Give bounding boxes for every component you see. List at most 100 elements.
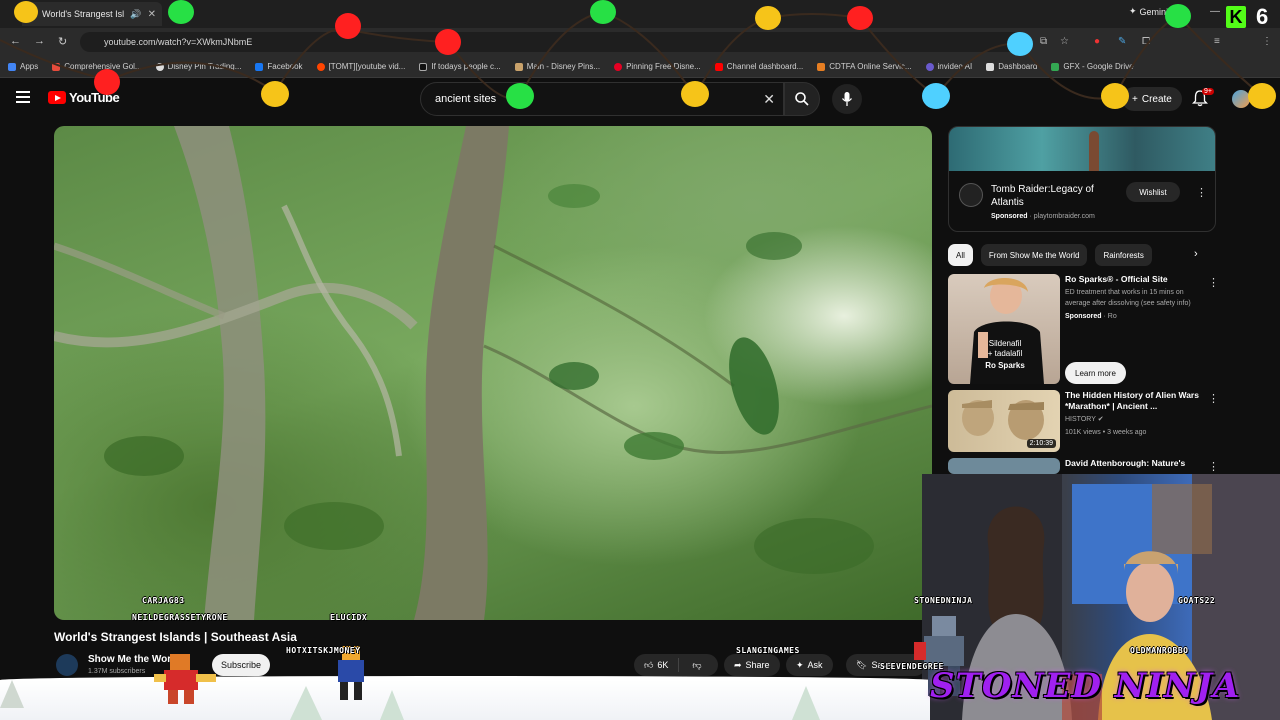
chat-username: STONEDNINJA [914, 596, 973, 605]
search-input[interactable]: ancient sites ✕ [420, 82, 784, 116]
drive-icon [1051, 62, 1060, 71]
url-text: youtube.com/watch?v=XWkmJNbmE [104, 37, 253, 47]
bookmark-icon: 🔖︎ [856, 659, 868, 670]
site-icon [817, 62, 826, 71]
rec-title: David Attenborough: Nature's [1065, 458, 1186, 468]
extension-icon[interactable]: ● [1094, 36, 1100, 47]
sponsored-thumbnail: Sildenafil + tadalafil Ro Sparks [948, 274, 1060, 384]
share-label: Share [745, 660, 770, 670]
voice-search-button[interactable] [832, 84, 862, 114]
pixel-sprite-fighter [154, 654, 216, 704]
browser-tab[interactable]: World's Strangest Islan 🔊 ✕ [22, 2, 162, 26]
rec-title: Ro Sparks® - Official Site [1065, 274, 1168, 284]
clear-search-icon[interactable]: ✕ [763, 91, 775, 108]
bookmark-label: CDTFA Online Servic... [829, 62, 912, 71]
like-dislike-group: 👍︎ 6K 👎︎ [634, 654, 718, 676]
extension-icon[interactable]: ✎ [1118, 36, 1126, 47]
facebook-icon [255, 62, 264, 71]
chat-username: ELUCIDX [330, 613, 368, 622]
create-button[interactable]: + Create [1122, 87, 1182, 111]
thumbnail-text: + tadalafil [988, 349, 1023, 358]
channel-avatar[interactable] [56, 654, 78, 676]
learn-more-button[interactable]: Learn more [1065, 362, 1126, 384]
bookmark-item[interactable]: Channel dashboard... [714, 62, 804, 71]
close-tab-icon[interactable]: ✕ [148, 9, 156, 20]
bookmark-label: GFX - Google Drive [1063, 62, 1134, 71]
site-icon [155, 62, 164, 71]
chat-username: SLANGINGAMES [736, 646, 800, 655]
ask-button[interactable]: ✦ Ask [786, 654, 833, 676]
video-player[interactable] [54, 126, 932, 620]
plus-icon: + [1132, 93, 1138, 105]
chat-username: CARJAG83 [142, 596, 185, 605]
gemini-button[interactable]: ✦ Gemini [1129, 6, 1168, 17]
share-button[interactable]: ➦ Share [724, 654, 780, 676]
bookmark-item[interactable]: If todays people c... [419, 62, 501, 71]
menu-kebab-icon[interactable]: ⋮ [1262, 36, 1272, 47]
bookmark-item[interactable]: GFX - Google Drive [1051, 62, 1134, 71]
bookmark-label: Channel dashboard... [726, 62, 804, 71]
rec-more-icon[interactable]: ⋮ [1208, 392, 1219, 405]
site-icon [986, 62, 995, 71]
bookmark-apps[interactable]: Apps [8, 62, 38, 71]
bookmarks-bar: Apps Comprehensive Gol... Disney Pin Tra… [0, 56, 1280, 78]
chip-rainforests[interactable]: Rainforests [1095, 244, 1152, 266]
chip-from-channel[interactable]: From Show Me the World [980, 244, 1088, 266]
dislike-button[interactable]: 👎︎ [683, 660, 710, 671]
site-icon [52, 62, 61, 71]
bookmark-item[interactable]: Facebook [255, 62, 303, 71]
hamburger-menu-icon[interactable] [16, 91, 30, 103]
bookmark-star-icon[interactable]: ☆ [1060, 36, 1069, 47]
ad-title: Tomb Raider:Legacy of Atlantis [991, 184, 1094, 208]
bookmark-item[interactable]: [TOMT][youtube vid... [316, 62, 405, 71]
bookmark-item[interactable]: Disney Pin Trading... [155, 62, 241, 71]
screen: World's Strangest Islan 🔊 ✕ ✦ Gemini — ←… [0, 0, 1280, 720]
forward-icon[interactable]: → [34, 35, 45, 47]
like-button[interactable]: 👍︎ 6K [634, 658, 680, 672]
bookmark-label: Facebook [267, 62, 303, 71]
sidebar-video-item[interactable]: David Attenborough: Nature's [948, 458, 1216, 474]
thumbs-up-icon: 👍︎ [644, 659, 654, 670]
sidebar-video-item[interactable]: 2:10:39 The Hidden History of Alien Wars… [948, 390, 1216, 454]
address-bar-row: ← → ↻ youtube.com/watch?v=XWkmJNbmE ⧉ ☆ … [0, 28, 1280, 56]
wishlist-button[interactable]: Wishlist [1126, 182, 1180, 202]
sidebar-ad-card[interactable]: Tomb Raider:Legacy of Atlantis Sponsored… [948, 126, 1216, 232]
back-icon[interactable]: ← [10, 35, 21, 47]
viewer-count: 6 [1256, 4, 1269, 29]
ad-sponsored-line: Sponsored · playtombraider.com [991, 213, 1095, 220]
bookmark-item[interactable]: Comprehensive Gol... [52, 62, 142, 71]
sponsored-label: Sponsored [1065, 313, 1102, 320]
reload-icon[interactable]: ↻ [58, 35, 67, 48]
account-avatar[interactable] [1232, 90, 1250, 108]
sidebar-sponsored-item[interactable]: Sildenafil + tadalafil Ro Sparks Ro Spar… [948, 274, 1216, 386]
chip-all[interactable]: All [948, 244, 973, 266]
advertiser-name: Ro [1107, 313, 1117, 320]
search-icon [795, 92, 809, 106]
video-frame-foliage [54, 126, 932, 620]
speaker-icon[interactable]: 🔊 [130, 9, 141, 20]
kick-logo-icon: K [1226, 6, 1246, 28]
chevron-right-icon[interactable]: › [1194, 248, 1198, 260]
bookmark-item[interactable]: Pinning Free Disne... [614, 62, 701, 71]
channel-name: HISTORY [1065, 416, 1096, 423]
youtube-logo[interactable]: YouTube [48, 90, 120, 105]
search-button[interactable] [784, 82, 820, 116]
ro-sparks-thumbnail-art: Sildenafil + tadalafil Ro Sparks [970, 277, 1044, 384]
like-count: 6K [657, 660, 669, 670]
minimize-icon[interactable]: — [1210, 6, 1220, 17]
bookmark-item[interactable]: Dashboard [986, 62, 1037, 71]
media-icon[interactable]: ≡ [1214, 36, 1220, 47]
pinterest-icon [614, 62, 623, 71]
bookmark-item[interactable]: CDTFA Online Servic... [817, 62, 912, 71]
thumbs-down-icon: 👎︎ [692, 659, 702, 670]
bookmark-item[interactable]: Main - Disney Pins... [514, 62, 600, 71]
ad-more-icon[interactable]: ⋮ [1196, 186, 1207, 199]
rec-more-icon[interactable]: ⋮ [1208, 276, 1219, 289]
snow-overlay [0, 680, 930, 720]
video-info: David Attenborough: Nature's [1065, 458, 1205, 469]
extensions-puzzle-icon[interactable]: ⧠ [1142, 36, 1150, 47]
open-in-app-icon[interactable]: ⧉ [1040, 36, 1047, 47]
url-field[interactable]: youtube.com/watch?v=XWkmJNbmE [80, 32, 1030, 52]
bookmark-item[interactable]: invideo AI [925, 62, 972, 71]
rec-more-icon[interactable]: ⋮ [1208, 460, 1219, 473]
